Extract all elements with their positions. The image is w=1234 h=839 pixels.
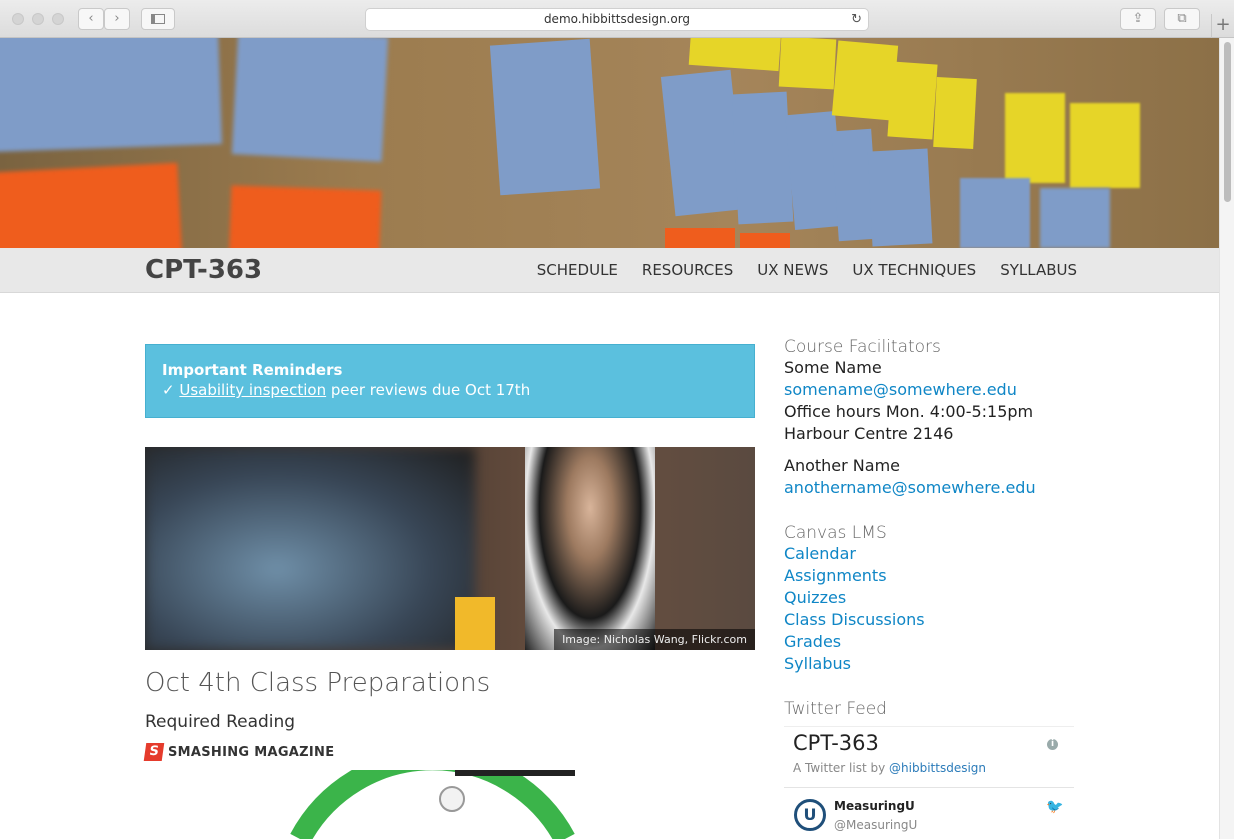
class-photo: Image: Nicholas Wang, Flickr.com: [145, 447, 755, 650]
share-icon: ⇪: [1132, 11, 1144, 26]
foreground-person-blur: [145, 447, 475, 650]
facilitator-name: Another Name: [784, 456, 900, 475]
sticky-note: [933, 77, 977, 149]
green-arc: [290, 770, 575, 839]
lms-link-quizzes[interactable]: Quizzes: [784, 587, 1084, 609]
forward-button[interactable]: ›: [104, 8, 130, 30]
sticky-note: [831, 40, 899, 121]
twitter-feed-section: Twitter Feed: [784, 699, 1084, 719]
tweet-author-name[interactable]: MeasuringU: [834, 799, 915, 813]
sticky-note: [1005, 93, 1065, 183]
nav-link-schedule[interactable]: SCHEDULE: [537, 261, 618, 279]
divider: [784, 787, 1074, 788]
smashing-logo-text: SMASHING MAGAZINE: [168, 744, 335, 760]
sticky-note: [1040, 188, 1110, 248]
minimize-window-button[interactable]: [32, 13, 44, 25]
sticky-note: [778, 38, 837, 90]
tabs-overview-button[interactable]: ⧉: [1164, 8, 1200, 30]
sticky-note: [0, 162, 183, 248]
facilitator-email-link[interactable]: anothername@somewhere.edu: [784, 477, 1084, 499]
nav-link-ux-techniques[interactable]: UX TECHNIQUES: [852, 261, 976, 279]
office-room: Harbour Centre 2146: [784, 424, 954, 443]
chevron-right-icon: ›: [114, 11, 120, 26]
twitter-list-byline: A Twitter list by @hibbittsdesign: [793, 761, 986, 775]
office-hours: Office hours Mon. 4:00-5:15pm: [784, 402, 1034, 421]
usability-inspection-link[interactable]: Usability inspection: [179, 381, 326, 399]
twitter-widget: CPT-363 i A Twitter list by @hibbittsdes…: [784, 726, 1074, 839]
sidebar-icon: [151, 14, 165, 24]
nav-link-ux-news[interactable]: UX NEWS: [757, 261, 828, 279]
sticky-note: [960, 178, 1030, 248]
tweet-author-handle[interactable]: @MeasuringU: [834, 818, 917, 832]
twitter-list-title[interactable]: CPT-363: [793, 731, 879, 755]
nav-link-syllabus[interactable]: SYLLABUS: [1000, 261, 1077, 279]
sticky-note: [665, 228, 735, 248]
sticky-note: [228, 185, 382, 248]
lms-link-syllabus[interactable]: Syllabus: [784, 653, 1084, 675]
reminder-title: Important Reminders: [162, 361, 343, 379]
objectives-diagram: [290, 770, 575, 839]
lms-link-assignments[interactable]: Assignments: [784, 565, 1084, 587]
smashing-magazine-logo[interactable]: S SMASHING MAGAZINE: [143, 743, 335, 761]
info-icon[interactable]: i: [1047, 739, 1058, 750]
smashing-logo-icon: S: [143, 743, 165, 761]
url-text: demo.hibbittsdesign.org: [543, 12, 691, 26]
address-bar[interactable]: demo.hibbittsdesign.org ↻: [365, 8, 869, 31]
new-tab-button[interactable]: +: [1211, 14, 1234, 38]
hibbittsdesign-link[interactable]: @hibbittsdesign: [889, 761, 986, 775]
page-scrollbar[interactable]: [1219, 38, 1234, 839]
canvas-lms-heading: Canvas LMS: [784, 523, 887, 543]
person-figure: [525, 447, 655, 650]
sticky-note: [0, 38, 223, 152]
chevron-left-icon: ‹: [88, 11, 94, 26]
main-nav: SCHEDULE RESOURCES UX NEWS UX TECHNIQUES…: [537, 261, 1077, 279]
measuringu-avatar[interactable]: U: [794, 799, 826, 831]
sticky-note: [867, 148, 933, 247]
sticky-note: [887, 61, 938, 140]
browser-toolbar: ‹ › demo.hibbittsdesign.org ↻ ⇪ ⧉ +: [0, 0, 1234, 38]
facilitator-email-link[interactable]: somename@somewhere.edu: [784, 379, 1084, 401]
zoom-window-button[interactable]: [52, 13, 64, 25]
canvas-lms-section: Canvas LMS Calendar Assignments Quizzes …: [784, 523, 1084, 675]
lms-link-class-discussions[interactable]: Class Discussions: [784, 609, 1084, 631]
nav-link-resources[interactable]: RESOURCES: [642, 261, 733, 279]
sticky-note: [231, 38, 389, 162]
sticky-note: [660, 69, 746, 217]
sidebar-toggle-button[interactable]: [141, 8, 175, 30]
yellow-chair: [455, 597, 495, 650]
reminder-item: ✓ Usability inspection peer reviews due …: [162, 381, 738, 399]
sticky-note: [688, 38, 782, 72]
byline-prefix: A Twitter list by: [793, 761, 890, 775]
reminder-text: peer reviews due Oct 17th: [326, 381, 531, 399]
sticky-note: [731, 91, 794, 225]
photo-credit: Image: Nicholas Wang, Flickr.com: [554, 629, 755, 650]
lms-link-calendar[interactable]: Calendar: [784, 543, 1084, 565]
reminder-alert: Important Reminders ✓ Usability inspecti…: [145, 344, 755, 418]
diagram-node: [439, 786, 465, 812]
facilitators-section: Course Facilitators Some Name somename@s…: [784, 337, 1084, 499]
hero-banner-image: [0, 38, 1219, 248]
tabs-icon: ⧉: [1177, 11, 1187, 26]
required-reading-heading: Required Reading: [145, 712, 296, 732]
checkmark-icon: ✓: [162, 381, 175, 399]
close-window-button[interactable]: [12, 13, 24, 25]
site-navbar: CPT-363 SCHEDULE RESOURCES UX NEWS UX TE…: [0, 248, 1219, 293]
scroll-thumb[interactable]: [1224, 42, 1231, 202]
share-button[interactable]: ⇪: [1120, 8, 1156, 30]
facilitators-heading: Course Facilitators: [784, 337, 941, 357]
twitter-feed-heading: Twitter Feed: [784, 699, 887, 719]
back-button[interactable]: ‹: [78, 8, 104, 30]
page-heading: Oct 4th Class Preparations: [145, 668, 491, 698]
reload-icon[interactable]: ↻: [851, 9, 862, 30]
plus-icon: +: [1215, 14, 1231, 35]
sticky-note: [489, 38, 601, 196]
sticky-note: [1070, 103, 1140, 188]
twitter-bird-icon: 🐦: [1046, 799, 1064, 815]
facilitator-name: Some Name: [784, 358, 882, 377]
lms-link-grades[interactable]: Grades: [784, 631, 1084, 653]
site-brand[interactable]: CPT-363: [145, 255, 262, 285]
cropped-label: [455, 770, 575, 776]
sticky-note: [740, 233, 790, 248]
